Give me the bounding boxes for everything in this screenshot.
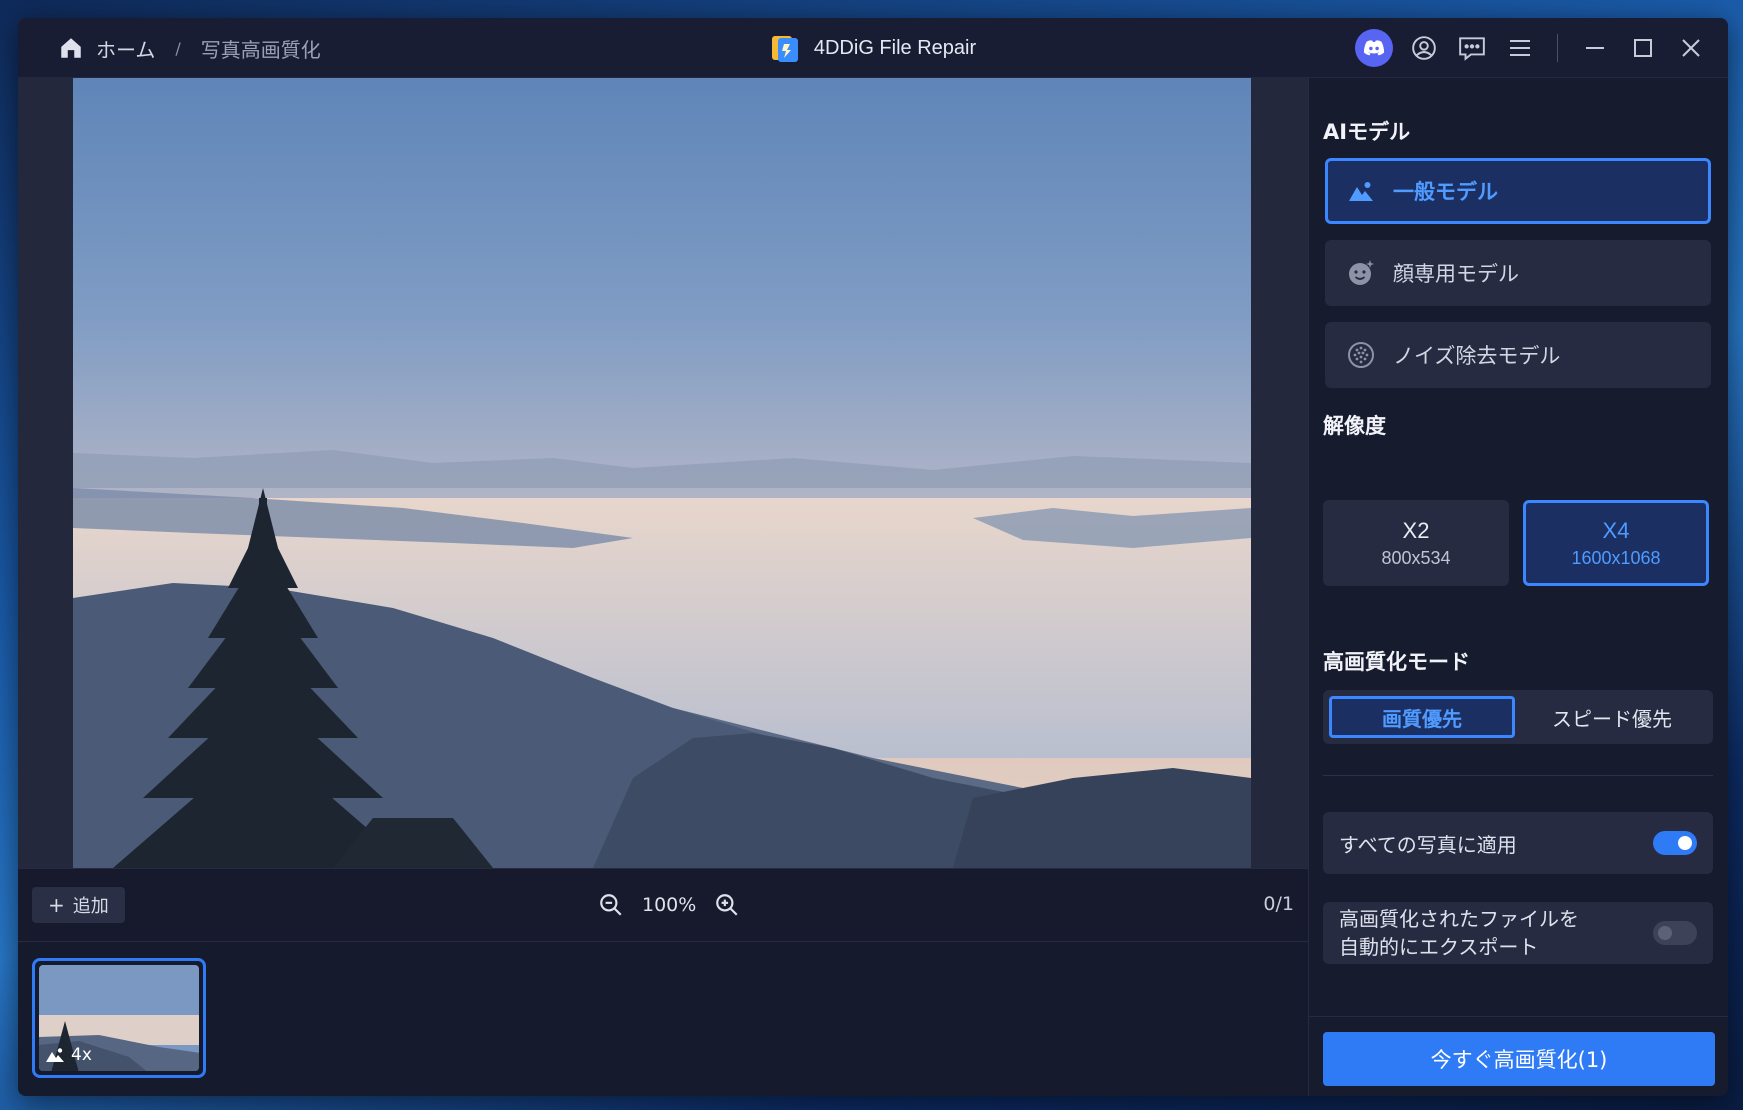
title-bar-controls	[1355, 18, 1708, 78]
home-icon[interactable]	[58, 35, 84, 61]
thumbnail-scale: 4x	[71, 1045, 92, 1065]
thumbnail-badge: 4x	[45, 1045, 92, 1065]
noise-icon	[1347, 341, 1375, 369]
thumbnail-item[interactable]: 4x	[32, 958, 206, 1078]
preview-image	[73, 78, 1251, 868]
resolution-scale: X2	[1402, 517, 1430, 543]
preview-panel: + 追加 100% 0/1 4x	[18, 78, 1308, 1096]
settings-divider	[1323, 775, 1713, 776]
title-bar-divider	[1557, 34, 1558, 62]
face-icon	[1347, 259, 1375, 287]
add-button-label: 追加	[72, 896, 109, 917]
resolution-option-x2[interactable]: X2 800x534	[1323, 500, 1509, 586]
mode-option-quality[interactable]: 画質優先	[1329, 696, 1515, 738]
plus-icon: +	[48, 893, 65, 917]
settings-panel: AIモデル 一般モデル 顔専用モデル ノイズ除去モデル 解像度 X2 800x5…	[1308, 78, 1728, 1096]
page-count: 0/1	[1263, 893, 1294, 915]
account-icon[interactable]	[1407, 31, 1441, 65]
breadcrumb: ホーム / 写真高画質化	[58, 18, 321, 78]
model-option-face[interactable]: 顔専用モデル	[1325, 240, 1711, 306]
mode-option-speed[interactable]: スピード優先	[1519, 696, 1705, 738]
resolution-title: 解像度	[1323, 414, 1386, 438]
menu-icon[interactable]	[1503, 31, 1537, 65]
feedback-icon[interactable]	[1455, 31, 1489, 65]
app-title-text: 4DDiG File Repair	[813, 36, 977, 59]
thumbnail-image: 4x	[39, 965, 199, 1071]
breadcrumb-current: 写真高画質化	[200, 37, 321, 62]
auto-export-toggle[interactable]	[1653, 921, 1697, 945]
settings-footer-divider	[1309, 1016, 1728, 1017]
preview-canvas	[18, 78, 1308, 868]
discord-icon[interactable]	[1355, 29, 1393, 67]
model-option-denoise[interactable]: ノイズ除去モデル	[1325, 322, 1711, 388]
zoom-level: 100%	[642, 894, 697, 916]
auto-export-label-line1: 高画質化されたファイルを	[1339, 907, 1579, 931]
landscape-icon	[46, 1048, 64, 1062]
auto-export-row: 高画質化されたファイルを 自動的にエクスポート	[1323, 902, 1713, 964]
resolution-size: 1600x1068	[1571, 547, 1661, 568]
add-button[interactable]: + 追加	[32, 887, 125, 923]
app-window: ホーム / 写真高画質化 4DDiG File Repair + 追加 100%…	[18, 18, 1728, 1096]
apply-all-label: すべての写真に適用	[1339, 832, 1517, 857]
model-option-label: 一般モデル	[1393, 180, 1498, 204]
mode-segmented-control: 画質優先 スピード優先	[1323, 690, 1713, 744]
breadcrumb-separator: /	[175, 38, 181, 58]
auto-export-label: 高画質化されたファイルを 自動的にエクスポート	[1339, 905, 1579, 961]
zoom-in-icon[interactable]	[714, 892, 740, 918]
auto-export-label-line2: 自動的にエクスポート	[1339, 935, 1539, 959]
ai-model-title: AIモデル	[1323, 120, 1411, 144]
minimize-icon[interactable]	[1578, 31, 1612, 65]
model-option-general[interactable]: 一般モデル	[1325, 158, 1711, 224]
app-logo-icon	[770, 32, 800, 64]
zoom-control: 100%	[598, 887, 740, 923]
close-icon[interactable]	[1674, 31, 1708, 65]
enhance-now-button[interactable]: 今すぐ高画質化(1)	[1323, 1032, 1715, 1086]
toggle-knob	[1658, 926, 1672, 940]
maximize-icon[interactable]	[1626, 31, 1660, 65]
resolution-scale: X4	[1602, 517, 1630, 543]
preview-toolbar: + 追加 100% 0/1	[18, 868, 1308, 942]
landscape-icon	[1347, 177, 1375, 205]
resolution-option-x4[interactable]: X4 1600x1068	[1523, 500, 1709, 586]
model-option-label: ノイズ除去モデル	[1393, 344, 1561, 368]
mode-title: 高画質化モード	[1323, 650, 1470, 674]
apply-all-row: すべての写真に適用	[1323, 812, 1713, 874]
zoom-out-icon[interactable]	[598, 892, 624, 918]
breadcrumb-home[interactable]: ホーム	[96, 34, 155, 63]
resolution-size: 800x534	[1381, 547, 1451, 568]
title-bar: ホーム / 写真高画質化 4DDiG File Repair	[18, 18, 1728, 78]
thumbnail-strip: 4x	[18, 942, 1308, 1096]
apply-all-toggle[interactable]	[1653, 831, 1697, 855]
toggle-knob	[1678, 836, 1692, 850]
model-option-label: 顔専用モデル	[1393, 262, 1519, 286]
